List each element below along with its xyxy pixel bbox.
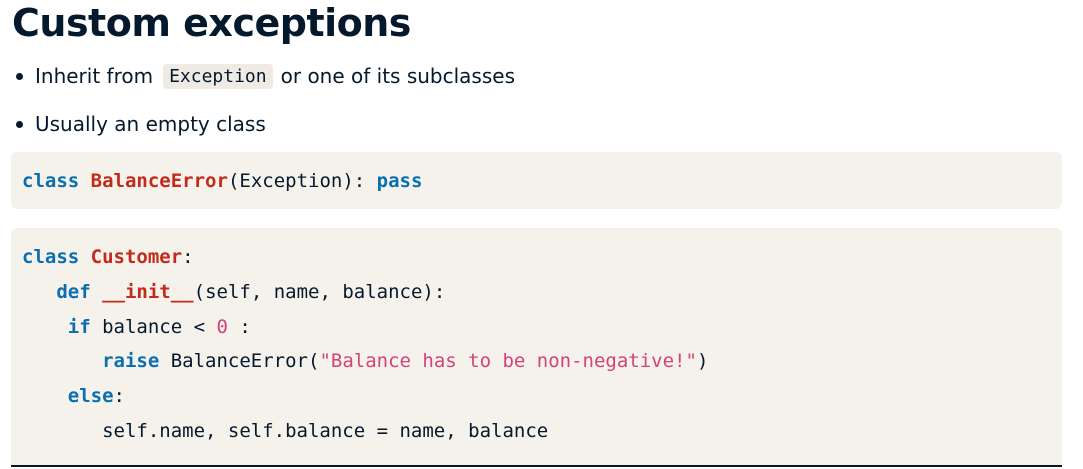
- bullet-text: Usually an empty class: [35, 112, 266, 136]
- call-open: BalanceError(: [159, 350, 320, 373]
- code-line: class BalanceError(Exception): pass: [22, 166, 1051, 201]
- string-literal: "Balance has to be non-negative!": [319, 350, 697, 373]
- class-name: BalanceError: [90, 170, 228, 192]
- keyword-class: class: [22, 170, 80, 192]
- bullet-dot-icon: [16, 72, 23, 80]
- bullet-text-after: or one of its subclasses: [280, 64, 515, 88]
- number-literal: 0: [216, 315, 228, 338]
- code-line: class Customer:: [22, 242, 1051, 277]
- code-line: def __init__(self, name, balance):: [22, 277, 1051, 312]
- code-line: else:: [22, 381, 1051, 416]
- code-block-customer: class Customer: def __init__(self, name,…: [11, 228, 1062, 466]
- function-params: (self, name, balance):: [193, 280, 446, 303]
- class-args: (Exception):: [227, 170, 377, 192]
- call-close: ): [696, 350, 709, 373]
- code-line: self.name, self.balance = name, balance: [22, 416, 1051, 451]
- bullet-item-inherit: Inherit from Exception or one of its sub…: [14, 58, 515, 94]
- colon: :: [182, 246, 194, 268]
- function-name: __init__: [102, 280, 194, 303]
- condition-left: balance <: [90, 315, 217, 338]
- class-name: Customer: [90, 246, 183, 268]
- slide-title: Custom exceptions: [12, 1, 411, 45]
- keyword-def: def: [56, 280, 91, 303]
- colon: :: [113, 385, 125, 408]
- keyword-else: else: [67, 385, 114, 408]
- code-block-balance-error: class BalanceError(Exception): pass: [11, 152, 1062, 209]
- bottom-divider: [11, 465, 1062, 467]
- inline-code-exception: Exception: [163, 63, 273, 89]
- code-line: raise BalanceError("Balance has to be no…: [22, 346, 1051, 381]
- bullet-item-empty-class: Usually an empty class: [14, 106, 515, 142]
- assignment-statement: self.name, self.balance = name, balance: [102, 419, 549, 442]
- keyword-if: if: [67, 315, 91, 338]
- keyword-class: class: [22, 246, 80, 268]
- keyword-pass: pass: [376, 170, 423, 192]
- condition-right: :: [227, 315, 251, 338]
- keyword-raise: raise: [102, 350, 160, 373]
- bullet-text-before: Inherit from: [35, 64, 154, 88]
- bullet-dot-icon: [16, 120, 23, 128]
- code-line: if balance < 0 :: [22, 312, 1051, 347]
- bullet-list: Inherit from Exception or one of its sub…: [14, 58, 515, 154]
